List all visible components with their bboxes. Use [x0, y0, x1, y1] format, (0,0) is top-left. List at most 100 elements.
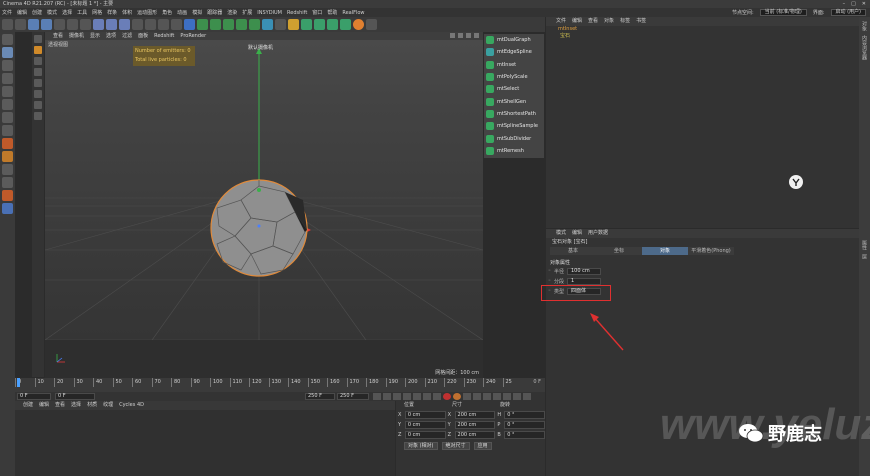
material-menu-item[interactable]: 材质 — [87, 401, 97, 410]
timeline[interactable]: 0102030405060708090100110120130140150160… — [15, 378, 545, 392]
material-menu-item[interactable]: 纹理 — [103, 401, 113, 410]
next-frame-icon[interactable] — [413, 393, 421, 400]
attribute-menu-item[interactable]: 模式 — [556, 229, 566, 238]
object-manager-menu-item[interactable]: 查看 — [588, 17, 598, 26]
menu-item[interactable]: 模式 — [47, 9, 57, 16]
gem-object[interactable] — [210, 179, 308, 277]
minimize-icon[interactable]: – — [843, 0, 846, 8]
menu-item[interactable]: 创建 — [32, 9, 42, 16]
side-tab-objects[interactable]: 对象 — [861, 21, 868, 31]
plugin-b-icon[interactable] — [314, 19, 325, 30]
menu-item[interactable]: 模拟 — [192, 9, 202, 16]
size-x-input[interactable]: 200 cm — [454, 411, 496, 419]
coord-size-mode-select[interactable]: 绝对尺寸 — [441, 442, 470, 450]
viewport-menu-item[interactable]: 过滤 — [122, 32, 132, 40]
maximize-icon[interactable]: □ — [851, 0, 856, 8]
plugin-menu-item[interactable]: mtEdgeSpline — [484, 46, 544, 58]
zoom-icon[interactable] — [458, 33, 463, 38]
start-frame-field[interactable]: 0 F — [17, 393, 51, 400]
texture-mode-icon[interactable] — [2, 60, 13, 71]
plugin-menu-item[interactable]: mtRemesh — [484, 145, 544, 157]
pos-x-input[interactable]: 0 cm — [404, 411, 446, 419]
object-row-mtinset[interactable]: mtInset — [546, 26, 859, 33]
play-icon[interactable] — [403, 393, 411, 400]
menu-item[interactable]: RealFlow — [342, 10, 364, 16]
rotate-icon[interactable] — [67, 19, 78, 30]
coord-mode-select[interactable]: 对象 (相对) — [404, 442, 438, 450]
tool-d-icon[interactable] — [34, 68, 42, 76]
menu-item[interactable]: 样条 — [107, 9, 117, 16]
plugin-menu-item[interactable]: mtSplineSample — [484, 120, 544, 132]
prev-key-icon[interactable] — [383, 393, 391, 400]
orbit-icon[interactable] — [466, 33, 471, 38]
tool-a-icon[interactable] — [34, 35, 42, 43]
playhead[interactable] — [17, 378, 20, 387]
x-axis-icon[interactable] — [93, 19, 104, 30]
undo-icon[interactable] — [2, 19, 13, 30]
move-icon[interactable] — [41, 19, 52, 30]
material-menu-item[interactable]: Cycles 4D — [119, 401, 144, 410]
tool-g-icon[interactable] — [34, 101, 42, 109]
next-key-icon[interactable] — [423, 393, 431, 400]
plugin-menu-item[interactable]: mtShellGen — [484, 95, 544, 107]
object-manager-menu-item[interactable]: 对象 — [604, 17, 614, 26]
menu-item[interactable]: 运动图形 — [137, 9, 157, 16]
segments-input[interactable]: 1 — [566, 277, 601, 285]
viewport-camera-label[interactable]: 默认摄像机 — [248, 44, 273, 51]
tool-b-icon[interactable] — [34, 46, 42, 54]
sculpt-icon[interactable] — [2, 190, 13, 201]
deformer-icon[interactable] — [236, 19, 247, 30]
autokey-icon[interactable] — [453, 393, 461, 400]
plugin-menu-item[interactable]: mtSelect — [484, 83, 544, 95]
tab-phong[interactable]: 平滑着色(Phong) — [688, 247, 734, 255]
menu-item[interactable]: 角色 — [162, 9, 172, 16]
plugin-e-icon[interactable] — [353, 19, 364, 30]
menu-item[interactable]: 帮助 — [327, 9, 337, 16]
object-manager-menu-item[interactable]: 文件 — [556, 17, 566, 26]
apply-button[interactable]: 应用 — [473, 442, 492, 450]
axis-mode-icon[interactable] — [2, 125, 13, 136]
scale-key-icon[interactable] — [483, 393, 491, 400]
plugin-menu-item[interactable]: mtDualGraph — [484, 34, 544, 46]
render-picture-viewer-icon[interactable] — [158, 19, 169, 30]
viewport-menu-item[interactable]: 显示 — [90, 32, 100, 40]
pos-z-input[interactable]: 0 cm — [404, 431, 446, 439]
prev-frame-icon[interactable] — [393, 393, 401, 400]
material-menu-item[interactable]: 查看 — [55, 401, 65, 410]
menu-item[interactable]: 网格 — [92, 9, 102, 16]
size-z-input[interactable]: 200 cm — [454, 431, 496, 439]
rot-p-input[interactable]: 0 ° — [504, 421, 546, 429]
tab-basic[interactable]: 基本 — [550, 247, 596, 255]
menu-item[interactable]: 工具 — [77, 9, 87, 16]
object-manager-menu-item[interactable]: 标签 — [620, 17, 630, 26]
rot-b-input[interactable]: 0 ° — [504, 431, 546, 439]
move-key-icon[interactable] — [473, 393, 481, 400]
light-icon[interactable] — [288, 19, 299, 30]
pos-y-input[interactable]: 0 cm — [404, 421, 446, 429]
go-start-icon[interactable] — [373, 393, 381, 400]
cube-icon[interactable] — [184, 19, 195, 30]
tab-coord[interactable]: 坐标 — [596, 247, 642, 255]
object-manager-menu-item[interactable]: 书签 — [636, 17, 646, 26]
model-mode-icon[interactable] — [2, 47, 13, 58]
side-tab-content-browser[interactable]: 内容浏览器 — [861, 35, 868, 60]
recent-tool-icon[interactable] — [80, 19, 91, 30]
attribute-menu-item[interactable]: 编辑 — [572, 229, 582, 238]
preview-start-field[interactable]: 0 F — [55, 393, 95, 400]
menu-item[interactable]: Redshift — [287, 10, 307, 16]
pan-icon[interactable] — [450, 33, 455, 38]
viewport-menu-item[interactable]: ProRender — [180, 32, 206, 40]
pen-icon[interactable] — [197, 19, 208, 30]
edges-mode-icon[interactable] — [2, 99, 13, 110]
workplane-icon[interactable] — [2, 73, 13, 84]
segments-anim-dot[interactable]: ◦ — [548, 278, 551, 284]
planar-workplane-icon[interactable] — [2, 203, 13, 214]
node-space-select[interactable]: 当前 (标准/物理) — [759, 9, 807, 16]
cloner-icon[interactable] — [223, 19, 234, 30]
menu-item[interactable]: 文件 — [2, 9, 12, 16]
rotate-key-icon[interactable] — [493, 393, 501, 400]
menu-item[interactable]: 选择 — [62, 9, 72, 16]
material-menu-item[interactable]: 创建 — [23, 401, 33, 410]
go-end-icon[interactable] — [433, 393, 441, 400]
floor-icon[interactable] — [262, 19, 273, 30]
